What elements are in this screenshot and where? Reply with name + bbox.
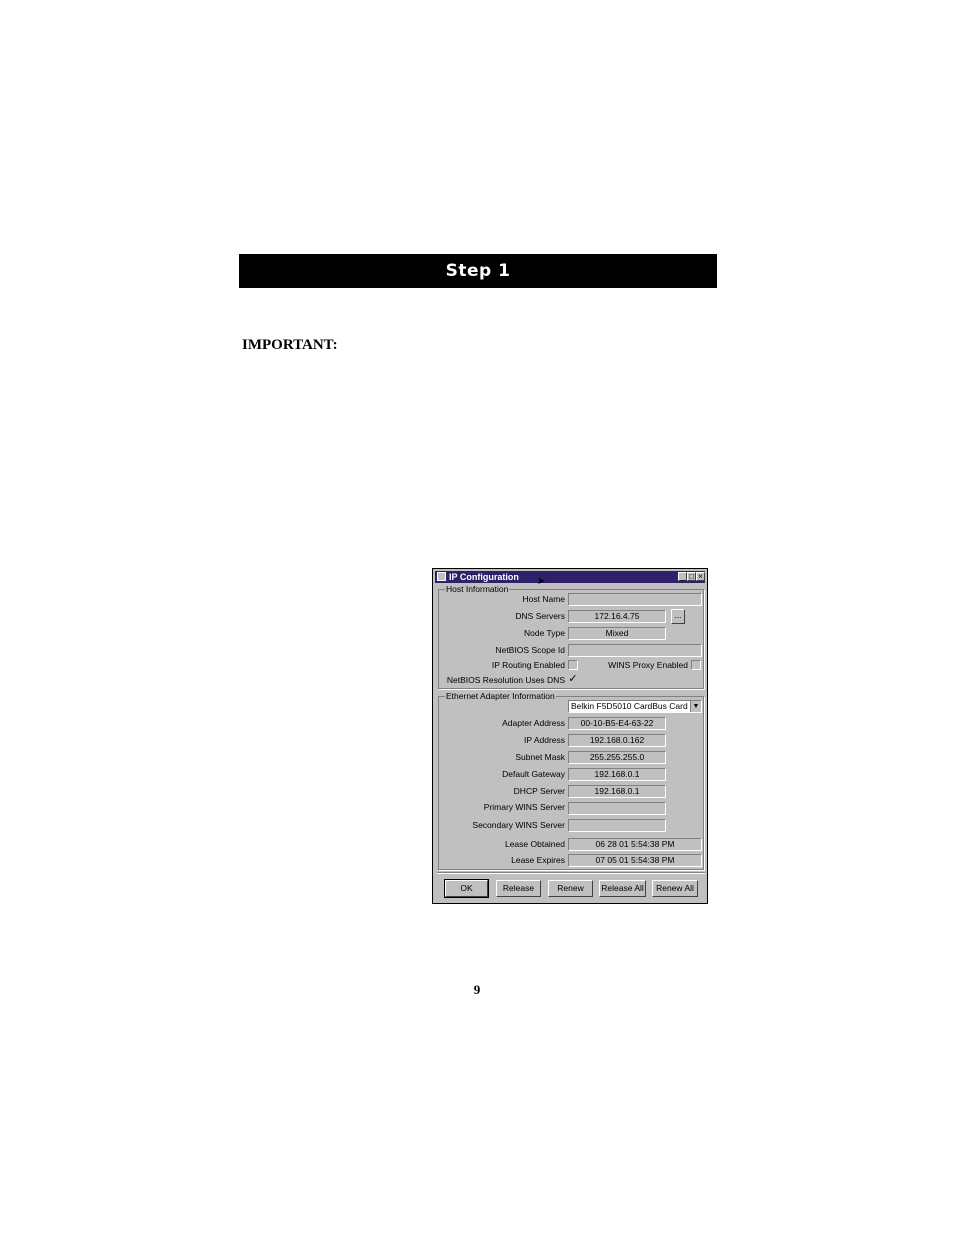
adapter-group-label: Ethernet Adapter Information <box>445 691 556 701</box>
dhcp-server-label: DHCP Server <box>513 786 565 796</box>
close-icon[interactable]: × <box>696 572 705 581</box>
default-gateway-field[interactable]: 192.168.0.1 <box>568 768 666 781</box>
chevron-down-icon[interactable]: ▼ <box>690 701 701 712</box>
ip-configuration-dialog: IP Configuration ➤ _ □ × Host Informatio… <box>432 568 708 904</box>
primary-wins-label: Primary WINS Server <box>483 802 565 812</box>
adapter-address-label: Adapter Address <box>502 718 565 728</box>
node-type-field[interactable]: Mixed <box>568 627 666 640</box>
wins-proxy-checkbox[interactable] <box>691 660 701 670</box>
secondary-wins-label: Secondary WINS Server <box>472 820 565 830</box>
host-group-label: Host Information <box>445 584 510 594</box>
host-name-label: Host Name <box>522 594 565 604</box>
dns-more-button[interactable]: ... <box>671 609 685 624</box>
lease-obtained-field[interactable]: 06 28 01 5:54:38 PM <box>568 838 702 851</box>
renew-button[interactable]: Renew <box>548 880 593 897</box>
default-gateway-label: Default Gateway <box>502 769 565 779</box>
ip-address-label: IP Address <box>524 735 565 745</box>
subnet-mask-field[interactable]: 255.255.255.0 <box>568 751 666 764</box>
host-information-group: Host Information Host Name DNS Servers 1… <box>438 584 704 689</box>
dialog-title: IP Configuration <box>449 572 519 582</box>
adapter-information-group: Ethernet Adapter Information Belkin F5D5… <box>438 691 704 870</box>
dns-servers-field[interactable]: 172.16.4.75 <box>568 610 666 623</box>
netbios-scope-label: NetBIOS Scope Id <box>495 645 565 655</box>
lease-expires-label: Lease Expires <box>511 855 565 865</box>
adapter-select[interactable]: Belkin F5D5010 CardBus Card / N ▼ <box>568 700 702 713</box>
dialog-titlebar[interactable]: IP Configuration ➤ _ □ × <box>435 571 705 587</box>
primary-wins-field[interactable] <box>568 802 666 815</box>
host-name-field[interactable] <box>568 593 702 606</box>
important-label: IMPORTANT: <box>242 337 338 353</box>
netbios-scope-field[interactable] <box>568 644 702 657</box>
minimize-icon[interactable]: _ <box>678 572 687 581</box>
wins-proxy-label: WINS Proxy Enabled <box>608 660 688 670</box>
netbios-dns-checkbox[interactable]: ✓ <box>568 674 578 685</box>
renew-all-button[interactable]: Renew All <box>652 880 698 897</box>
secondary-wins-field[interactable] <box>568 819 666 832</box>
ip-routing-label: IP Routing Enabled <box>491 660 565 670</box>
release-button[interactable]: Release <box>496 880 541 897</box>
adapter-select-value: Belkin F5D5010 CardBus Card / N <box>571 701 701 711</box>
netbios-dns-label: NetBIOS Resolution Uses DNS <box>446 675 565 685</box>
step-header: Step 1 <box>239 254 717 288</box>
ip-routing-checkbox[interactable] <box>568 660 578 670</box>
dhcp-server-field[interactable]: 192.168.0.1 <box>568 785 666 798</box>
release-all-button[interactable]: Release All <box>599 880 646 897</box>
ip-address-field[interactable]: 192.168.0.162 <box>568 734 666 747</box>
button-separator <box>437 872 705 874</box>
page-number: 9 <box>473 982 481 997</box>
mouse-pointer-icon: ➤ <box>537 576 546 587</box>
subnet-mask-label: Subnet Mask <box>515 752 565 762</box>
lease-obtained-label: Lease Obtained <box>504 839 565 849</box>
maximize-icon[interactable]: □ <box>687 572 696 581</box>
dns-servers-label: DNS Servers <box>515 611 565 621</box>
adapter-address-field[interactable]: 00-10-B5-E4-63-22 <box>568 717 666 730</box>
window-icon <box>437 572 446 581</box>
node-type-label: Node Type <box>524 628 565 638</box>
lease-expires-field[interactable]: 07 05 01 5:54:38 PM <box>568 854 702 867</box>
ok-button[interactable]: OK <box>444 879 489 898</box>
